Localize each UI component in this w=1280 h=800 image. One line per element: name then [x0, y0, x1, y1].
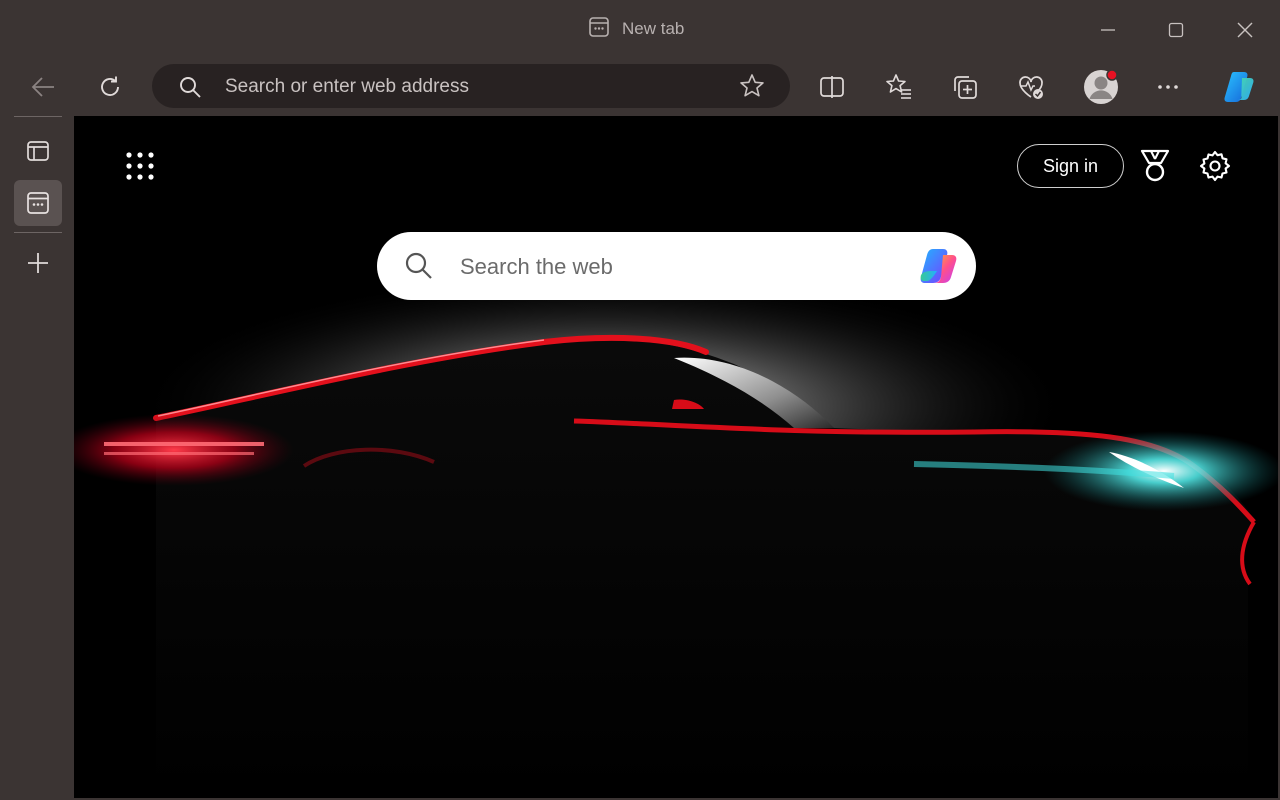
- close-icon: [1237, 22, 1253, 38]
- window-title: New tab: [588, 16, 684, 42]
- plus-icon: [28, 253, 48, 273]
- collections-icon: [954, 76, 977, 99]
- copilot-icon: [1224, 72, 1254, 102]
- browser-essentials-button[interactable]: [1010, 66, 1052, 108]
- maximize-icon: [1168, 22, 1184, 38]
- background-car-image: [74, 116, 1278, 798]
- split-screen-icon: [820, 76, 844, 98]
- minimize-icon: [1101, 29, 1115, 31]
- maximize-button[interactable]: [1156, 12, 1196, 48]
- address-bar[interactable]: Search or enter web address: [152, 64, 790, 108]
- favorite-star-icon[interactable]: [739, 73, 765, 104]
- refresh-button[interactable]: [89, 66, 131, 108]
- search-icon: [178, 75, 202, 104]
- new-tab-page: Sign in Search the web: [74, 116, 1278, 798]
- close-button[interactable]: [1225, 12, 1265, 48]
- favorites-button[interactable]: [878, 66, 920, 108]
- rewards-medal-icon: [1140, 149, 1170, 182]
- address-input[interactable]: Search or enter web address: [225, 76, 469, 98]
- browser-toolbar: Search or enter web address: [0, 58, 1280, 116]
- add-tab-button[interactable]: [14, 240, 62, 286]
- rail-divider: [14, 116, 62, 117]
- favorites-list-icon: [886, 74, 911, 99]
- minimize-button[interactable]: [1088, 12, 1128, 48]
- settings-button[interactable]: [1194, 144, 1236, 188]
- title-bar: New tab: [0, 0, 1280, 58]
- back-arrow-icon: [31, 77, 54, 97]
- profile-avatar-icon: [1084, 69, 1118, 104]
- split-screen-button[interactable]: [811, 66, 853, 108]
- profile-button[interactable]: [1079, 66, 1123, 108]
- rail-tab-new-tab[interactable]: [14, 180, 62, 226]
- search-icon: [404, 251, 434, 286]
- sign-in-button[interactable]: Sign in: [1017, 144, 1124, 188]
- app-launcher-icon: [126, 152, 154, 180]
- tab-actions-button[interactable]: [14, 128, 62, 174]
- ellipsis-icon: [1158, 85, 1178, 89]
- tab-page-icon: [588, 16, 610, 43]
- back-button[interactable]: [22, 66, 64, 108]
- new-tab-page-icon: [27, 192, 49, 214]
- tab-actions-icon: [27, 141, 49, 161]
- refresh-icon: [101, 76, 119, 96]
- tab-title: New tab: [622, 19, 685, 38]
- web-search-input[interactable]: Search the web: [460, 254, 613, 280]
- heart-pulse-icon: [1019, 76, 1043, 99]
- web-search-box[interactable]: Search the web: [377, 232, 976, 300]
- copilot-icon[interactable]: [917, 245, 963, 294]
- rewards-button[interactable]: [1134, 144, 1176, 188]
- gear-icon: [1199, 150, 1231, 182]
- copilot-button[interactable]: [1217, 66, 1261, 108]
- collections-button[interactable]: [944, 66, 986, 108]
- vertical-tab-rail: [0, 116, 74, 800]
- rail-divider: [14, 232, 62, 233]
- more-options-button[interactable]: [1147, 66, 1189, 108]
- app-launcher-button[interactable]: [120, 146, 160, 186]
